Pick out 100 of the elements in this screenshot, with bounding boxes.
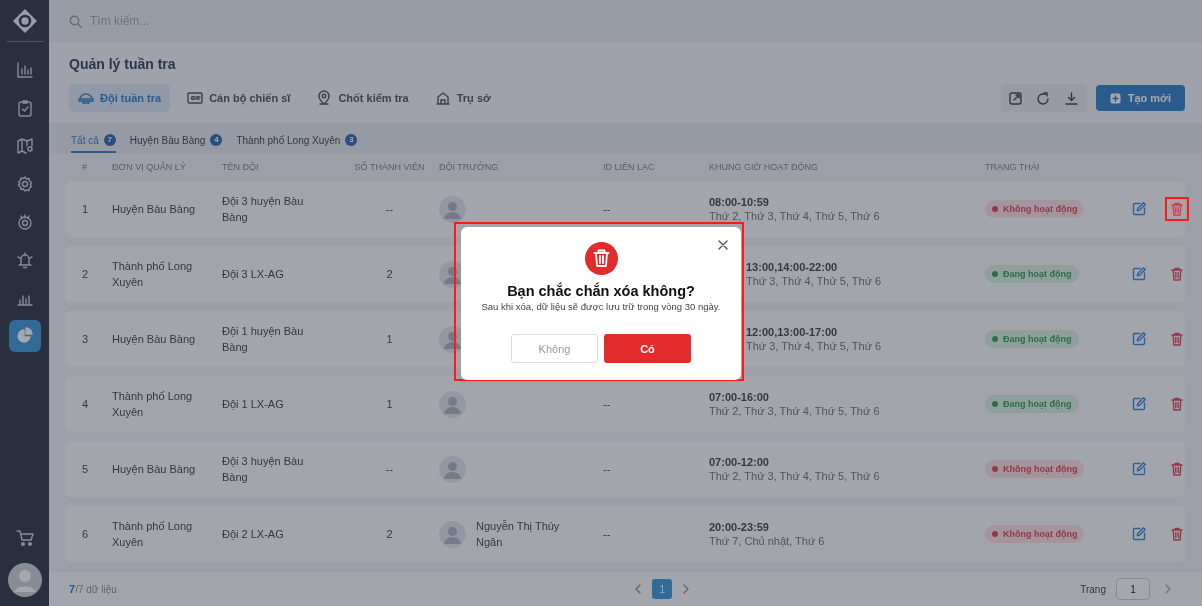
table-cell-text: 3 <box>81 333 90 345</box>
map-icon <box>14 136 35 156</box>
building-icon <box>434 90 451 106</box>
time-range: 12:00,13:00-17:00 <box>746 326 839 338</box>
table-cell-text: 1 <box>385 333 394 345</box>
time-range: 20:00-23:59 <box>709 521 770 533</box>
table-cell-text: 2 <box>385 268 394 280</box>
table-cell-text: -- <box>384 463 395 475</box>
table-cell-text: Thành phố Long Xuyên <box>112 259 194 290</box>
refresh-icon <box>1036 90 1052 106</box>
table-cell-text: 2 <box>81 268 90 280</box>
filter-label: Huyện Bàu Bàng <box>129 134 206 146</box>
record-count: 7/7 dữ liệu <box>69 583 117 595</box>
logo-icon[interactable] <box>11 8 38 34</box>
column-header: TÊN ĐỘI <box>222 162 260 172</box>
filter-label: Thành phố Long Xuyên <box>236 134 341 146</box>
status-badge: Đang hoạt động <box>985 265 1079 283</box>
column-header: ID LIÊN LẠC <box>603 162 656 172</box>
chevron-left-icon[interactable] <box>634 584 643 594</box>
table-cell-text: 1 <box>385 398 394 410</box>
page-title: Quản lý tuần tra <box>69 56 177 72</box>
confirm-button[interactable]: Có <box>604 334 691 363</box>
status-badge: Không hoạt động <box>985 460 1085 478</box>
filter-tab[interactable]: Thành phố Long Xuyên 3 <box>236 134 358 153</box>
time-range: 08:00-10:59 <box>709 196 770 208</box>
close-icon[interactable] <box>718 240 728 250</box>
edit-icon[interactable] <box>1131 396 1147 412</box>
status-badge: Đang hoạt động <box>985 395 1079 413</box>
trash-icon[interactable] <box>1167 199 1187 219</box>
edit-icon[interactable] <box>1131 201 1147 217</box>
dialog-message: Sau khi xóa, dữ liệu sẽ được lưu trữ trong vòng 30 ngày. <box>481 301 721 312</box>
column-header: KHUNG GIỜ HOẠT ĐỘNG <box>709 162 820 172</box>
tab[interactable]: Chốt kiểm tra <box>307 84 418 112</box>
column-header: TRẠNG THÁI <box>985 162 1041 172</box>
table-cell-text: Đội 3 LX-AG <box>222 267 285 282</box>
count-badge: 7 <box>103 134 116 146</box>
table-cell-text: Huyện Bàu Bàng <box>112 202 197 217</box>
tab[interactable]: Trụ sở <box>425 84 500 112</box>
filter-tab[interactable]: Huyện Bàu Bàng 4 <box>129 134 223 153</box>
cancel-button[interactable]: Không <box>511 334 598 363</box>
table-cell-text: -- <box>603 203 612 215</box>
tab[interactable]: Cán bộ chiến sĩ <box>178 84 300 112</box>
helmet-icon <box>78 90 94 106</box>
location-pin-icon <box>316 90 333 106</box>
table-cell-text: 1 <box>81 203 90 215</box>
plus-icon <box>1109 92 1121 104</box>
table-cell-text: -- <box>603 398 612 410</box>
table-cell-text: 5 <box>81 463 90 475</box>
table-cell-text: Đội 3 huyện Bàu Bàng <box>222 454 305 485</box>
column-header: # <box>81 162 88 172</box>
pie-chart-icon <box>14 326 35 346</box>
avatar-icon <box>439 390 466 418</box>
sidebar-item[interactable] <box>8 320 41 352</box>
id-card-icon <box>187 90 204 106</box>
status-badge: Đang hoạt động <box>985 330 1079 348</box>
weekdays: Thứ 3, Thứ 4, Thứ 5, Thứ 6 <box>746 340 883 352</box>
time-range: 07:00-16:00 <box>709 391 770 403</box>
table-cell-text: -- <box>603 528 612 540</box>
table-cell-text: -- <box>384 203 395 215</box>
avatar-icon <box>439 520 466 548</box>
bell-icon <box>14 250 35 270</box>
column-header: SỐ THÀNH VIÊN <box>353 162 426 172</box>
edit-icon[interactable] <box>1131 331 1147 347</box>
weekdays: Thứ 2, Thứ 3, Thứ 4, Thứ 5, Thứ 6 <box>709 210 881 222</box>
avatar-icon <box>439 195 466 223</box>
chart-icon <box>14 60 35 80</box>
avatar-icon <box>439 455 466 483</box>
avatar-icon[interactable] <box>6 562 43 598</box>
table-cell-text: Thành phố Long Xuyên <box>112 389 194 420</box>
table-cell-text: Đội 2 LX-AG <box>222 527 285 542</box>
page-label: Trang <box>1080 583 1106 595</box>
count-badge: 4 <box>210 134 223 146</box>
trash-icon <box>584 242 618 275</box>
count-badge: 3 <box>345 134 358 146</box>
status-badge: Không hoạt động <box>985 200 1085 218</box>
table-cell-text: Đội 3 huyện Bàu Bàng <box>222 194 305 225</box>
edit-icon[interactable] <box>1131 461 1147 477</box>
tab[interactable]: Đội tuần tra <box>69 84 171 112</box>
column-header: ĐỘI TRƯỞNG <box>439 162 500 172</box>
weekdays: Thứ 2, Thứ 3, Thứ 4, Thứ 5, Thứ 6 <box>709 470 881 482</box>
page-button[interactable]: 1 <box>652 579 673 599</box>
table-cell-text: -- <box>603 463 612 475</box>
edit-icon[interactable] <box>1131 266 1147 282</box>
share-icon <box>1008 90 1024 106</box>
edit-icon[interactable] <box>1131 526 1147 542</box>
time-range: 07:00-12:00 <box>709 456 770 468</box>
table-cell-text: Huyện Bàu Bàng <box>112 332 197 347</box>
filter-label: Tất cả <box>71 134 99 146</box>
page-field[interactable]: 1 <box>1116 578 1150 600</box>
weekdays: Thứ 7, Chủ nhật, Thứ 6 <box>709 535 826 547</box>
table-cell-text: Đội 1 LX-AG <box>222 397 285 412</box>
chevron-right-icon[interactable] <box>682 584 691 594</box>
chevron-right-icon[interactable] <box>1164 584 1172 594</box>
table-cell-text: 6 <box>81 528 90 540</box>
create-button[interactable]: Tạo mới <box>1095 85 1185 111</box>
cart-icon[interactable] <box>14 528 35 548</box>
status-badge: Không hoạt động <box>985 525 1085 543</box>
table-cell-text: 4 <box>81 398 90 410</box>
table-cell-text: Thành phố Long Xuyên <box>112 519 194 550</box>
table-cell-text: Nguyễn Thị Thúy Ngân <box>476 519 561 550</box>
